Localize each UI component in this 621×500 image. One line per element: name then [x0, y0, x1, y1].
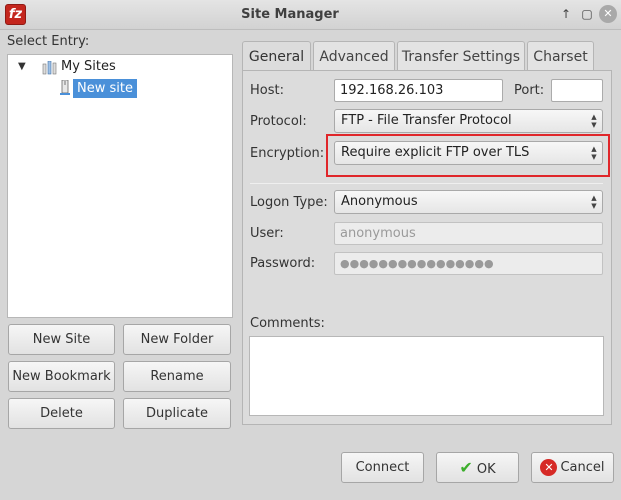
window-title: Site Manager	[241, 7, 339, 22]
sites-folder-icon	[42, 61, 57, 75]
select-arrows-icon: ▲ ▼	[591, 194, 597, 210]
user-input[interactable]: anonymous	[334, 222, 603, 245]
close-icon[interactable]: ✕	[599, 5, 617, 23]
tab-general[interactable]: General	[242, 41, 311, 71]
new-bookmark-button[interactable]: New Bookmark	[8, 361, 115, 392]
comments-textarea[interactable]	[249, 336, 604, 416]
tree-item-my-sites[interactable]: My Sites	[61, 59, 116, 74]
cancel-x-icon: ✕	[540, 459, 558, 476]
title-bar: fz Site Manager ↑ ▢ ✕	[0, 0, 621, 30]
host-input[interactable]: 192.168.26.103	[334, 79, 503, 102]
separator	[250, 183, 603, 184]
new-site-button[interactable]: New Site	[8, 324, 115, 355]
tab-transfer-settings[interactable]: Transfer Settings	[397, 41, 525, 70]
tree-item-new-site[interactable]: New site	[73, 79, 137, 98]
cancel-label: Cancel	[560, 460, 605, 475]
duplicate-button[interactable]: Duplicate	[123, 398, 231, 429]
new-folder-button[interactable]: New Folder	[123, 324, 231, 355]
server-icon	[60, 80, 70, 95]
encryption-label: Encryption:	[250, 146, 325, 161]
checkmark-icon: ✔	[459, 458, 473, 477]
host-label: Host:	[250, 83, 284, 98]
logon-type-label: Logon Type:	[250, 195, 328, 210]
restore-icon[interactable]: ▢	[578, 5, 596, 23]
comments-label: Comments:	[250, 316, 325, 331]
password-label: Password:	[250, 256, 316, 271]
connect-button[interactable]: Connect	[341, 452, 424, 483]
user-label: User:	[250, 226, 284, 241]
logon-type-value: Anonymous	[341, 194, 418, 209]
protocol-label: Protocol:	[250, 114, 307, 129]
tab-advanced[interactable]: Advanced	[313, 41, 395, 70]
tab-charset[interactable]: Charset	[527, 41, 594, 70]
port-input[interactable]	[551, 79, 603, 102]
protocol-value: FTP - File Transfer Protocol	[341, 113, 512, 128]
password-input[interactable]: ●●●●●●●●●●●●●●●●	[334, 252, 603, 275]
ok-label: OK	[476, 462, 496, 477]
logon-type-select[interactable]: Anonymous ▲ ▼	[334, 190, 603, 214]
select-entry-label: Select Entry:	[7, 34, 90, 49]
rename-button[interactable]: Rename	[123, 361, 231, 392]
site-tree[interactable]: ▼ My Sites New site	[7, 54, 233, 318]
expand-arrow-icon[interactable]: ▼	[18, 61, 26, 72]
port-label: Port:	[514, 83, 545, 98]
ok-button[interactable]: ✔ OK	[436, 452, 519, 483]
protocol-select[interactable]: FTP - File Transfer Protocol ▲ ▼	[334, 109, 603, 133]
maximize-up-icon[interactable]: ↑	[557, 5, 575, 23]
delete-button[interactable]: Delete	[8, 398, 115, 429]
cancel-button[interactable]: ✕ Cancel	[531, 452, 614, 483]
select-arrows-icon: ▲ ▼	[591, 113, 597, 129]
highlight-box	[326, 134, 610, 177]
